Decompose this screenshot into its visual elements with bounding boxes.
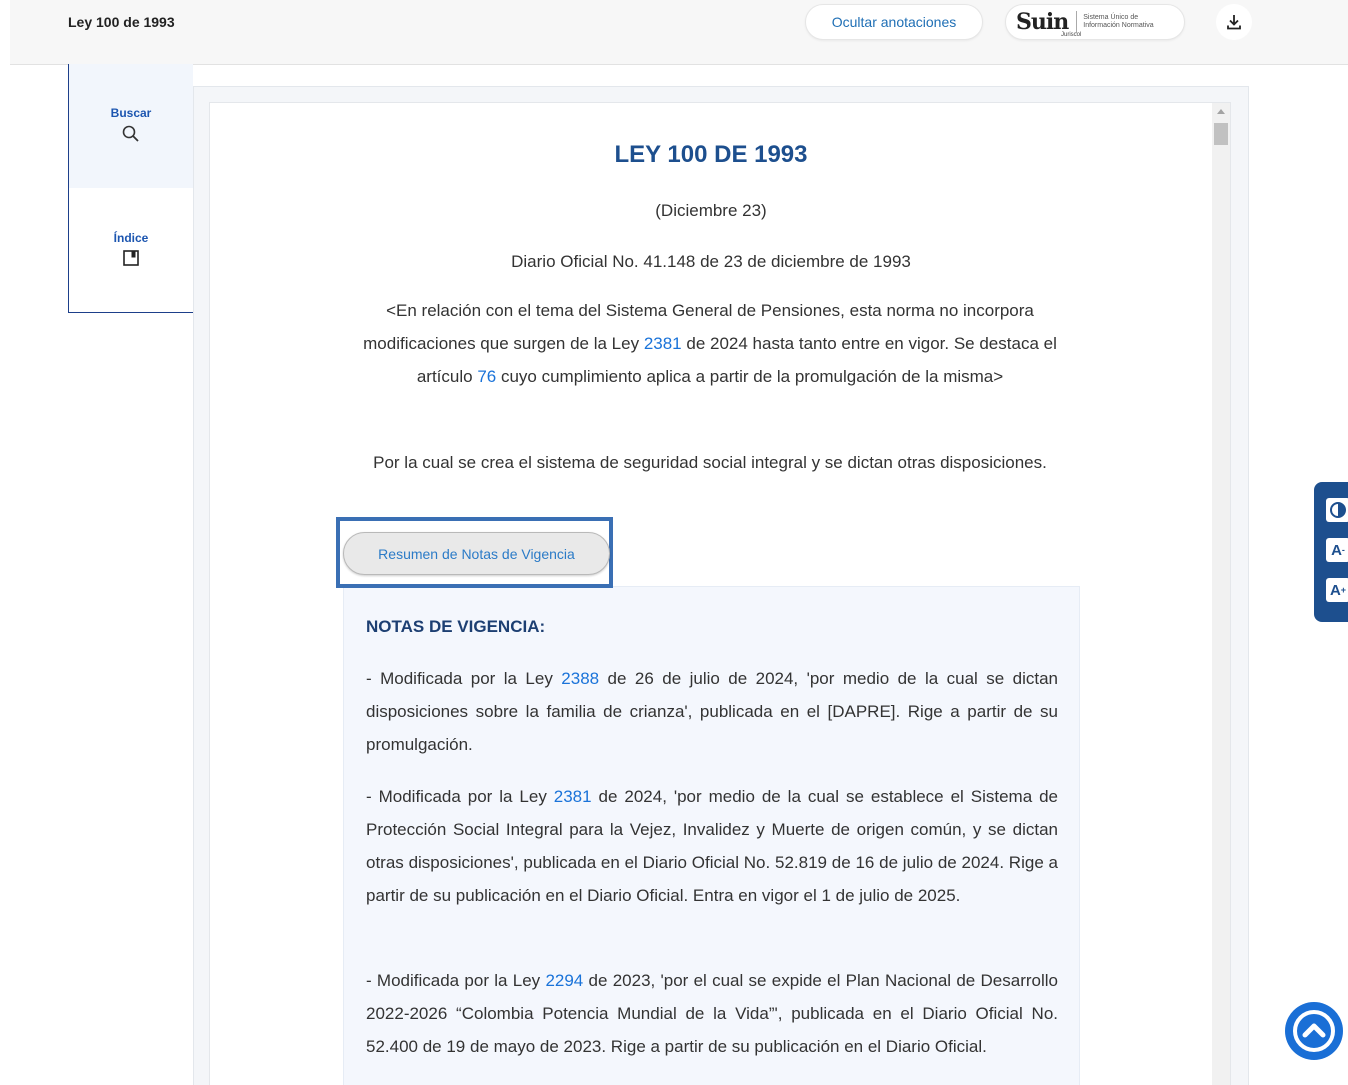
suin-logo-button[interactable]: Suin Juriscol Sistema Único de Informaci… (1005, 4, 1185, 40)
note-text: - Modificada por la Ley (366, 787, 554, 806)
increase-font-icon: A (1329, 581, 1341, 599)
suin-tagline-line1: Sistema Único de (1083, 14, 1139, 21)
download-button[interactable] (1216, 4, 1252, 40)
chevron-up-icon (1293, 1010, 1335, 1052)
vigencia-note: - Modificada por la Ley 2381 de 2024, 'p… (366, 780, 1058, 912)
scroll-thumb[interactable] (1214, 123, 1228, 145)
document-scrollbar[interactable] (1212, 103, 1230, 1085)
article-link-76[interactable]: 76 (477, 367, 496, 386)
scroll-to-top-button[interactable] (1285, 1002, 1343, 1060)
law-link-2294[interactable]: 2294 (545, 971, 583, 990)
scroll-up-arrow-icon[interactable] (1217, 109, 1225, 114)
law-link-2381[interactable]: 2381 (554, 787, 592, 806)
suin-logo: Suin Juriscol Sistema Único de Informaci… (1016, 9, 1154, 38)
decrease-font-icon: A (1331, 541, 1342, 559)
suin-tagline-line2: Información Normativa (1083, 22, 1154, 29)
page-title: Ley 100 de 1993 (68, 14, 175, 30)
search-icon (122, 125, 139, 142)
sidebar-item-search[interactable]: Buscar (69, 64, 193, 188)
note-text: - Modificada por la Ley (366, 669, 562, 688)
sidebar-item-label: Buscar (110, 106, 152, 120)
suin-divider (1076, 11, 1078, 33)
accessibility-toolbar: A- A + (1314, 482, 1348, 622)
notas-vigencia-summary-button[interactable]: Resumen de Notas de Vigencia (343, 532, 610, 575)
law-purpose: Por la cual se crea el sistema de seguri… (373, 453, 1047, 472)
bookmark-icon (123, 250, 139, 266)
law-link-2388[interactable]: 2388 (561, 669, 599, 688)
note-text: - Modificada por la Ley (366, 971, 546, 990)
document-title: LEY 100 DE 1993 (614, 141, 808, 168)
download-icon (1227, 15, 1241, 30)
vigencia-note: - Modificada por la Ley 2294 de 2023, 'p… (366, 964, 1058, 1063)
sidebar-item-index[interactable]: Índice (69, 188, 193, 312)
suin-logo-mark: Suin (1016, 9, 1069, 35)
relation-note: <En relación con el tema del Sistema Gen… (349, 294, 1071, 393)
document-date: (Diciembre 23) (655, 201, 767, 220)
law-link-2381[interactable]: 2381 (644, 334, 682, 353)
decrease-font-button[interactable]: A- (1326, 538, 1348, 562)
sidebar-item-label: Índice (113, 231, 149, 245)
tools-sidebar: Buscar Índice (68, 64, 193, 313)
diario-oficial-line: Diario Oficial No. 41.148 de 23 de dicie… (511, 252, 911, 271)
contrast-button[interactable] (1326, 498, 1348, 522)
suin-tagline: Sistema Único de Información Normativa (1083, 14, 1153, 30)
suin-logo-subtitle: Juriscol (1061, 32, 1082, 38)
hide-annotations-button[interactable]: Ocultar anotaciones (805, 4, 983, 40)
relation-text: cuyo cumplimiento aplica a partir de la … (496, 367, 1004, 386)
notas-vigencia-panel: NOTAS DE VIGENCIA: - Modificada por la L… (343, 586, 1080, 1085)
increase-font-button[interactable]: A + (1326, 578, 1348, 602)
vigencia-note: - Modificada por la Ley 2388 de 26 de ju… (366, 662, 1058, 761)
contrast-icon (1330, 502, 1346, 518)
top-bar: Ley 100 de 1993 Ocultar anotaciones Suin… (10, 0, 1348, 65)
notas-vigencia-title: NOTAS DE VIGENCIA: (366, 617, 546, 636)
